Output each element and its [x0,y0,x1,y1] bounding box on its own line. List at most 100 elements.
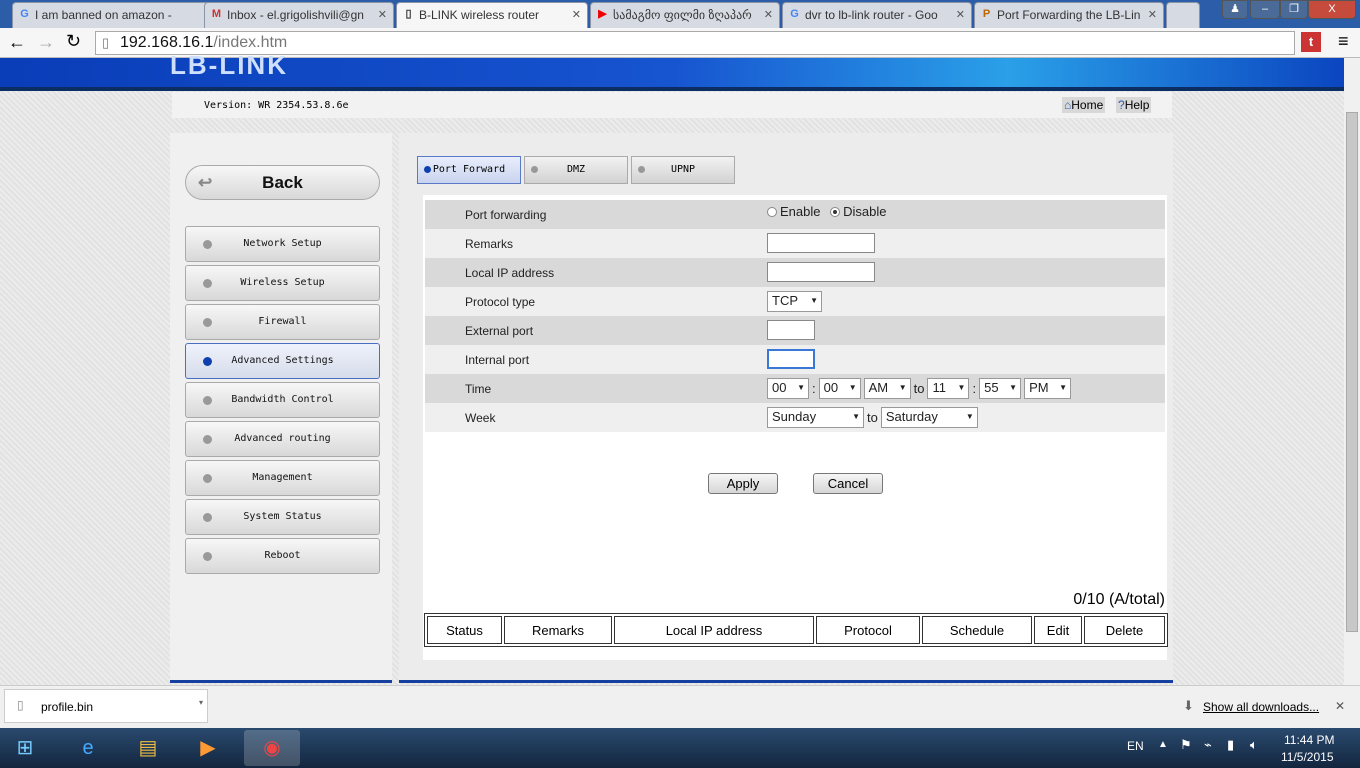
bullet-icon [638,166,645,173]
end-ampm-select[interactable]: PM [1024,378,1072,399]
url-path: /index.htm [213,34,288,51]
home-label: Home [1071,98,1104,112]
clock-date[interactable]: 11/5/2015 [1281,750,1334,764]
local-ip-input[interactable] [767,262,875,282]
start-hour-select[interactable]: 00 [767,378,809,399]
tab-title: I am banned on amazon - [35,8,172,22]
tab-blink[interactable]: ▯ B-LINK wireless router ✕ [396,2,588,28]
row-week: Week SundaytoSaturday [425,403,1165,432]
tab-port-forward[interactable]: Port Forward [417,156,521,184]
separator: : [972,381,977,396]
back-arrow-icon[interactable]: ← [8,32,26,53]
label: External port [465,324,534,338]
tab-portforward[interactable]: P Port Forwarding the LB-Lin ✕ [974,2,1164,28]
sidebar: ↩ Back Network Setup Wireless Setup Firew… [170,133,392,683]
row-protocol: Protocol type TCP [425,287,1165,316]
chrome-icon[interactable]: ◉ [244,730,300,766]
chevron-down-icon[interactable]: ▾ [199,698,203,707]
tab-dmz[interactable]: DMZ [524,156,628,184]
enable-radio[interactable] [767,206,777,217]
row-remarks: Remarks [425,229,1165,258]
gmail-icon: M [211,8,222,20]
ie-icon[interactable]: e [60,730,116,766]
nav-label: Reboot [264,550,301,561]
pf-icon: P [982,8,991,20]
minimize-button[interactable]: – [1250,0,1280,19]
nav-advanced-routing[interactable]: Advanced routing [185,421,380,457]
show-all-downloads-link[interactable]: Show all downloads... [1203,700,1319,714]
back-arrow-icon: ↩ [198,173,213,192]
close-tab-icon[interactable]: ✕ [378,8,387,21]
reload-icon[interactable]: ↻ [66,31,81,52]
close-tab-icon[interactable]: ✕ [956,8,965,21]
start-minute-select[interactable]: 00 [818,378,861,399]
tab-gmail[interactable]: M Inbox - el.grigolishvili@gn ✕ [204,2,394,28]
nav-bandwidth-control[interactable]: Bandwidth Control [185,382,380,418]
close-tab-icon[interactable]: ✕ [572,8,581,21]
tab-upnp[interactable]: UPNP [631,156,735,184]
nav-management[interactable]: Management [185,460,380,496]
disable-radio[interactable] [830,206,841,217]
restore-button[interactable]: ❐ [1280,0,1308,19]
tab-amazon[interactable]: GI am banned on amazon -✕ [12,2,234,28]
volume-icon[interactable]: 🔈︎ [1250,737,1258,753]
start-button[interactable]: ⊞ [0,730,50,766]
bullet-icon [203,240,212,249]
cancel-button[interactable]: Cancel [813,473,883,494]
forward-arrow-icon[interactable]: → [37,32,55,53]
tab-label: UPNP [670,164,696,175]
external-port-input[interactable] [767,320,815,340]
main-panel: Port Forward DMZ UPNP Port forwarding Ena… [399,133,1173,683]
help-link[interactable]: ?Help [1116,97,1152,113]
tab-google[interactable]: Gdvr to lb-link router - Goo ✕ [782,2,972,28]
explorer-icon[interactable]: ▤ [120,730,176,766]
user-icon[interactable]: ♟ [1222,0,1248,19]
label: Internal port [465,353,530,367]
internal-port-input[interactable] [767,349,815,369]
apply-button[interactable]: Apply [708,473,778,494]
divider [0,87,1344,91]
end-minute-select[interactable]: 55 [979,378,1022,399]
week-to-select[interactable]: Saturday [880,407,978,428]
media-player-icon[interactable]: ▶ [180,730,236,766]
nav-advanced-settings[interactable]: Advanced Settings [185,343,380,379]
download-item[interactable]: ▯ profile.bin ▾ [4,689,208,723]
back-button[interactable]: ↩ Back [185,165,380,200]
nav-label: System Status [243,511,322,522]
close-window-button[interactable]: X [1308,0,1356,19]
youtube-icon: ▶ [598,8,607,20]
end-hour-select[interactable]: 11 [927,378,970,399]
menu-icon[interactable]: ≡ [1338,31,1349,52]
scrollbar-thumb[interactable] [1346,112,1358,632]
label: Time [465,382,492,396]
start-ampm-select[interactable]: AM [863,378,911,399]
nav-system-status[interactable]: System Status [185,499,380,535]
nav-firewall[interactable]: Firewall [185,304,380,340]
language-indicator[interactable]: EN [1127,739,1144,753]
close-tab-icon[interactable]: ✕ [764,8,773,21]
extension-icon[interactable]: t [1301,32,1321,52]
power-icon[interactable]: ⌁ [1204,737,1212,753]
page-scrollbar[interactable] [1344,58,1360,685]
tab-title: სამაგმო ფილმი ზღაპარ [613,8,752,22]
tab-title: Inbox - el.grigolishvili@gn [227,8,364,22]
banner: LB-LINK [0,50,1344,87]
remarks-input[interactable] [767,233,875,253]
close-tab-icon[interactable]: ✕ [1148,8,1157,21]
tray-expand-icon[interactable]: ▲ [1158,739,1168,750]
tab-youtube[interactable]: ▶ სამაგმო ფილმი ზღაპარ ✕ [590,2,780,28]
bullet-icon [203,552,212,561]
network-icon[interactable]: ▮ [1227,737,1234,753]
close-icon[interactable]: ✕ [1335,699,1345,713]
home-link[interactable]: ⌂Home [1062,97,1106,113]
week-from-select[interactable]: Sunday [767,407,864,428]
clock-time[interactable]: 11:44 PM [1284,733,1334,747]
nav-wireless-setup[interactable]: Wireless Setup [185,265,380,301]
page-icon: ▯ [405,8,412,20]
new-tab-button[interactable] [1166,2,1200,28]
nav-network-setup[interactable]: Network Setup [185,226,380,262]
nav-label: Network Setup [243,238,322,249]
flag-icon[interactable]: ⚑ [1180,737,1192,753]
nav-reboot[interactable]: Reboot [185,538,380,574]
protocol-select[interactable]: TCP [767,291,822,312]
